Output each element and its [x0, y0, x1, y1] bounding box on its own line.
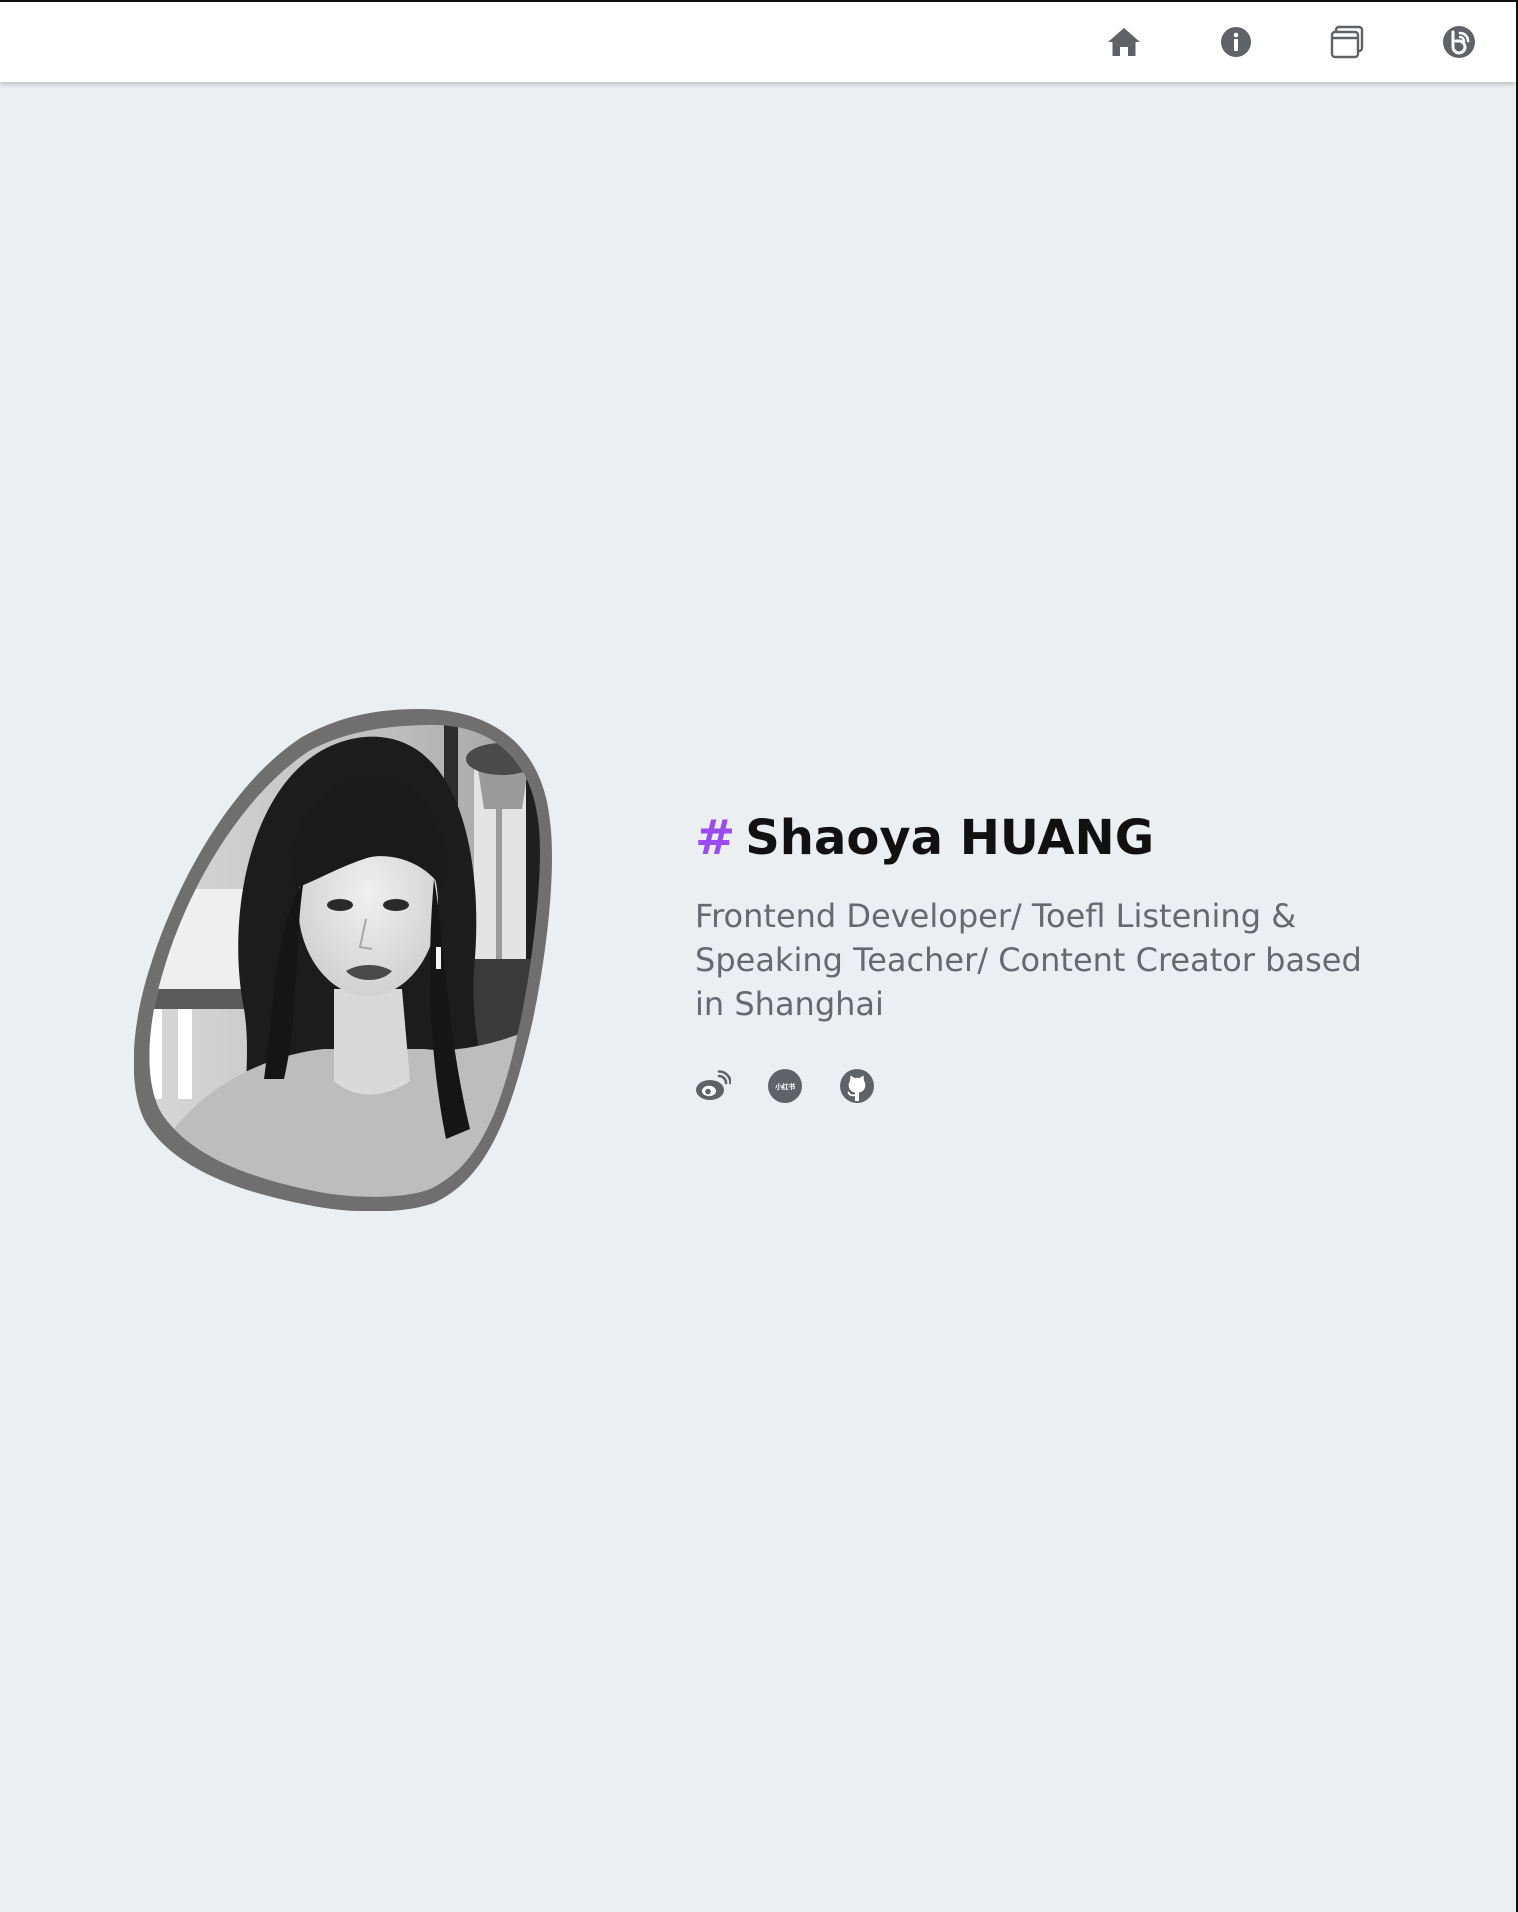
title-hash-symbol: # — [695, 810, 736, 866]
weibo-link[interactable] — [695, 1068, 731, 1104]
window-icon — [1330, 25, 1364, 59]
xiaohongshu-label: 小红书 — [775, 1082, 795, 1091]
github-link[interactable] — [839, 1068, 875, 1104]
profile-bio: Frontend Developer/ Toefl Listening & Sp… — [695, 897, 1362, 1023]
weibo-icon — [696, 1070, 731, 1100]
page-title: # Shaoya HUANG — [695, 800, 1395, 876]
nav-blog-link[interactable] — [1439, 22, 1479, 62]
blog-icon — [1443, 26, 1475, 58]
github-icon — [840, 1069, 874, 1103]
nav-about-link[interactable] — [1216, 22, 1256, 62]
top-navbar — [0, 2, 1516, 82]
profile-name: Shaoya HUANG — [745, 810, 1155, 866]
social-links: 小红书 — [695, 1068, 875, 1104]
nav-projects-link[interactable] — [1327, 22, 1367, 62]
hero-text-block: # Shaoya HUANG Frontend Developer/ Toefl… — [695, 800, 1395, 1026]
xiaohongshu-link[interactable]: 小红书 — [767, 1068, 803, 1104]
nav-home-link[interactable] — [1104, 22, 1144, 62]
home-icon — [1108, 28, 1140, 56]
info-icon — [1221, 27, 1251, 57]
profile-photo — [134, 709, 552, 1211]
